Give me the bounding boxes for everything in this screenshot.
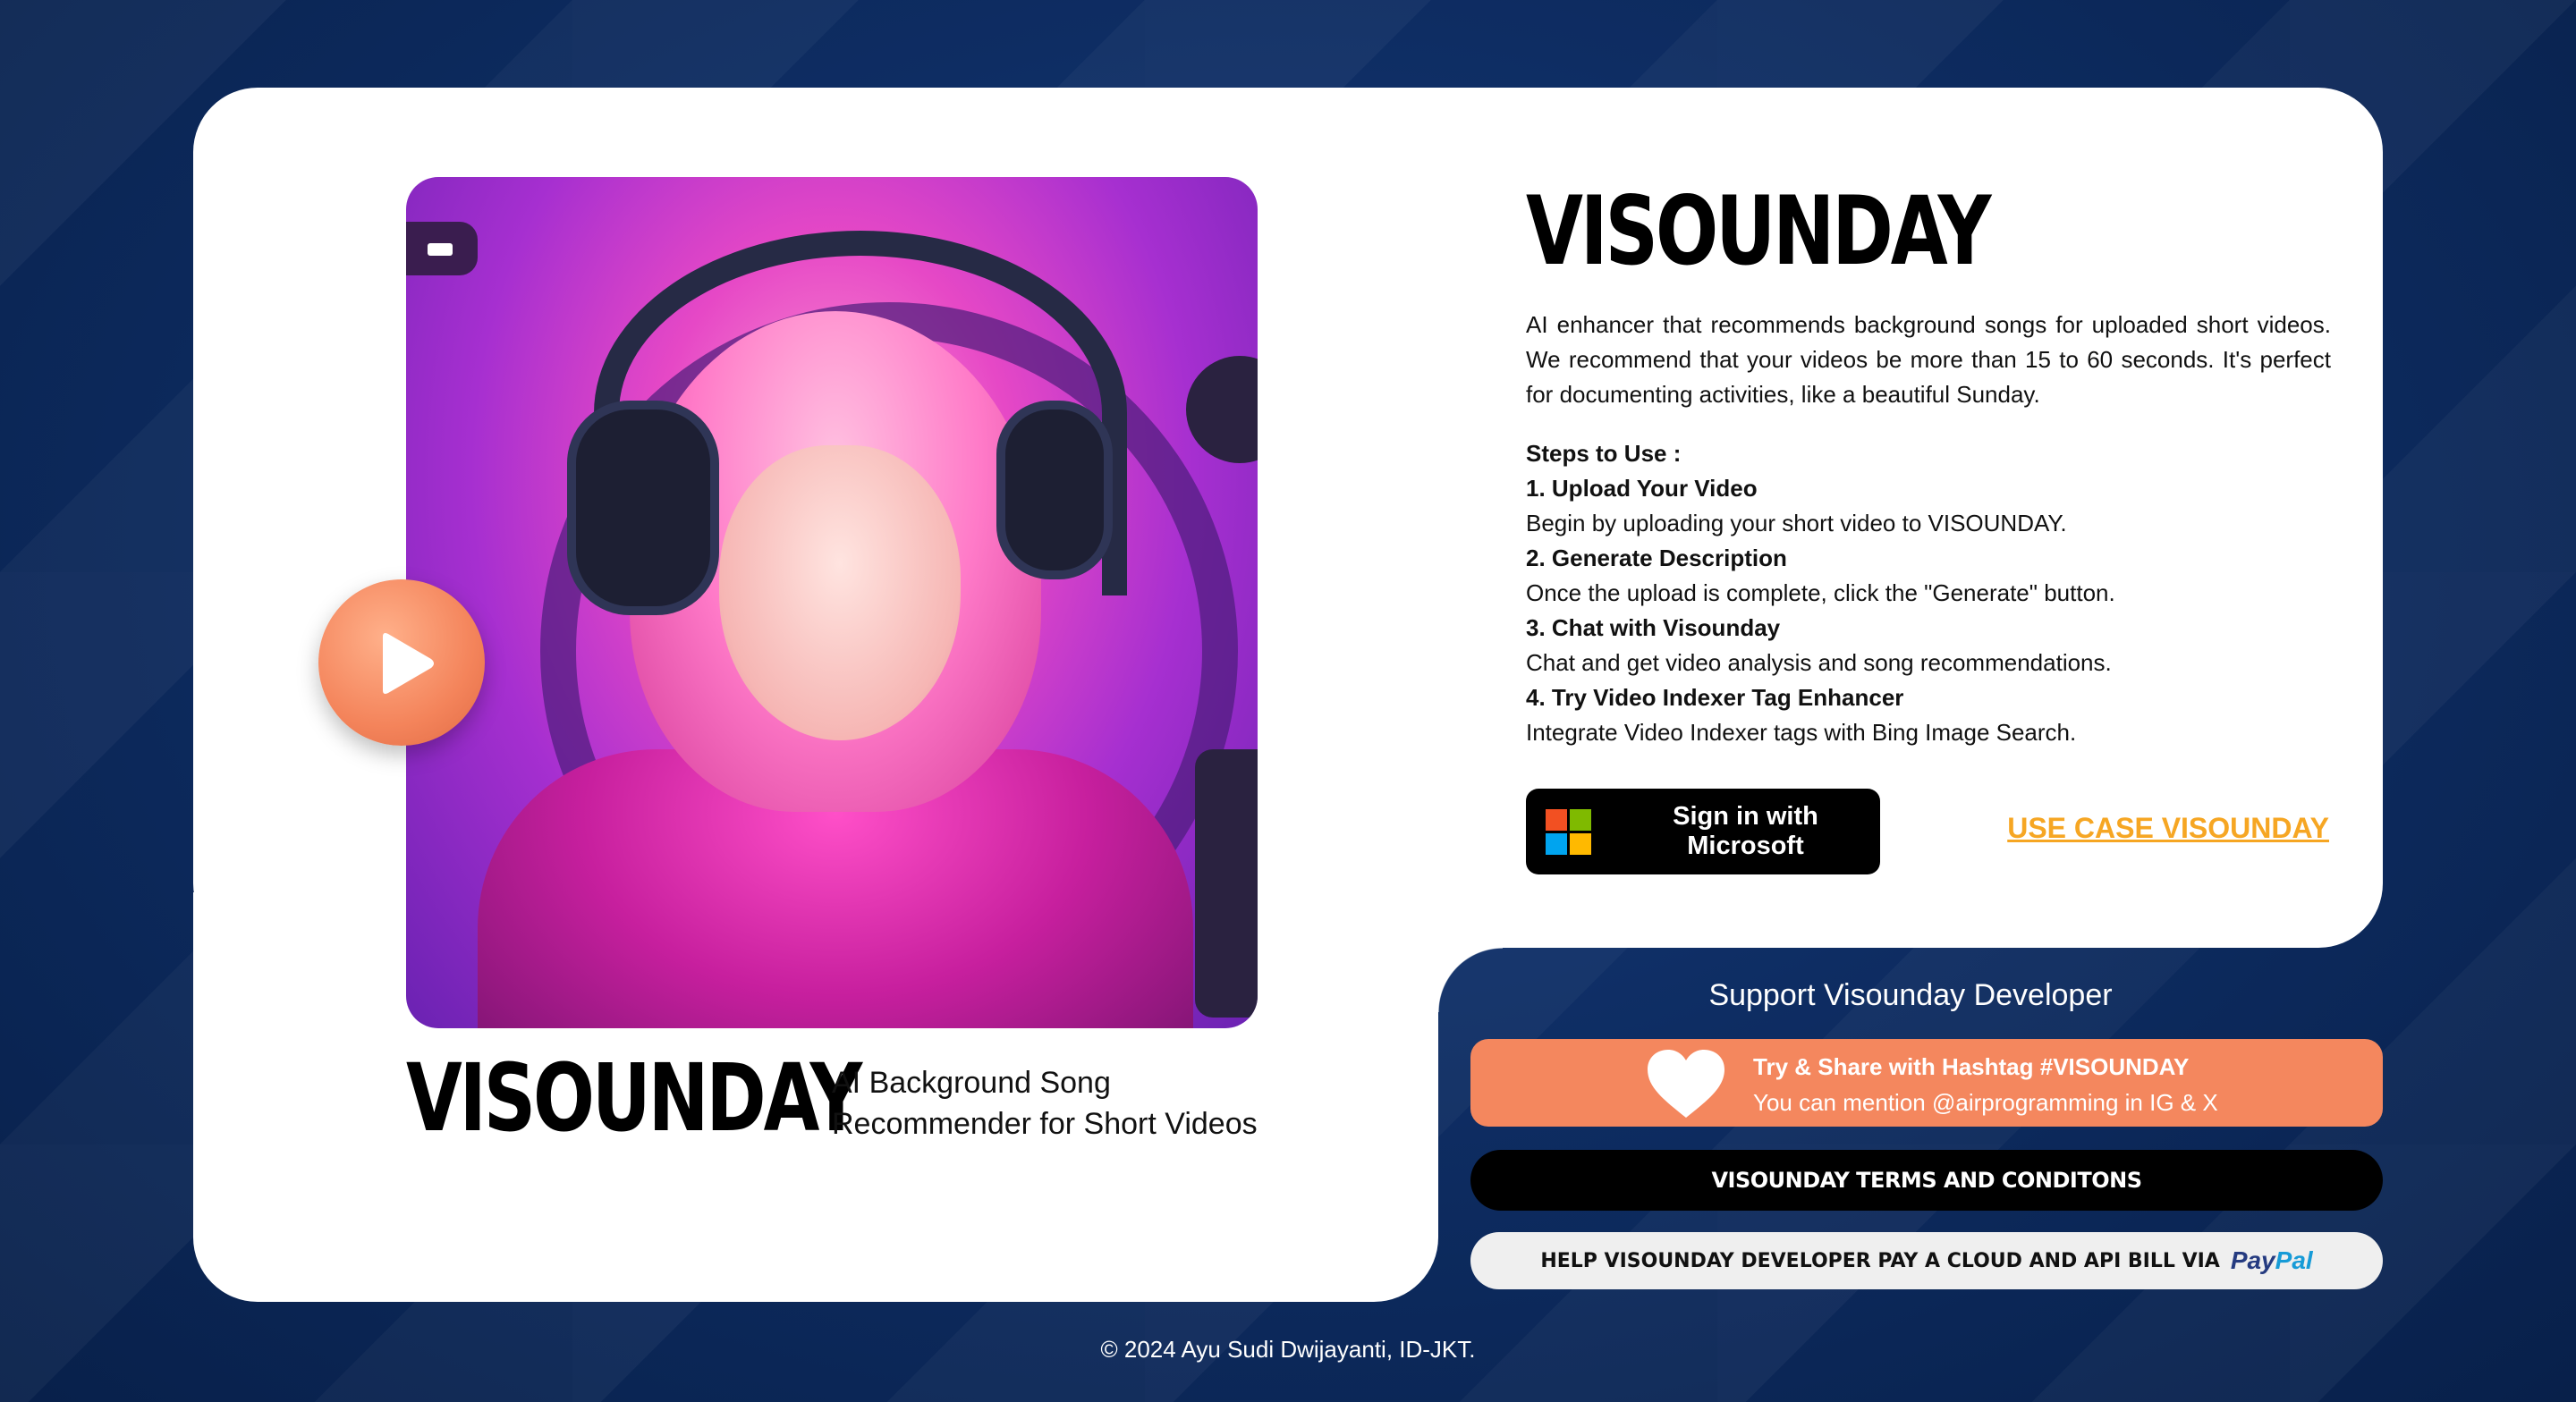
- tagline-line-1: AI Background Song: [832, 1066, 1111, 1100]
- step-text: Integrate Video Indexer tags with Bing I…: [1526, 719, 2077, 746]
- main-card: VISOUNDAY AI Background Song Recommender…: [193, 88, 2383, 1302]
- brand-tagline: AI Background Song Recommender for Short…: [832, 1062, 1279, 1144]
- page-title: VISOUNDAY: [1526, 176, 1992, 286]
- step-title: 4. Try Video Indexer Tag Enhancer: [1526, 684, 1904, 711]
- step-text: Chat and get video analysis and song rec…: [1526, 649, 2112, 676]
- steps-heading: Steps to Use :: [1526, 440, 1682, 467]
- step-text: Once the upload is complete, click the "…: [1526, 579, 2115, 606]
- sign-in-label: Sign in with Microsoft: [1673, 802, 1818, 860]
- brand-logo-text: VISOUNDAY: [406, 1043, 862, 1153]
- hashtag-line-2: You can mention @airprogramming in IG & …: [1753, 1089, 2218, 1116]
- paypal-label: HELP VISOUNDAY DEVELOPER PAY A CLOUD AND…: [1540, 1249, 2220, 1272]
- step-title: 2. Generate Description: [1526, 545, 1787, 571]
- tagline-line-2: Recommender for Short Videos: [832, 1107, 1258, 1141]
- footer-copyright: © 2024 Ayu Sudi Dwijayanti, ID-JKT.: [1100, 1336, 1476, 1363]
- step-text: Begin by uploading your short video to V…: [1526, 510, 2067, 536]
- use-case-link[interactable]: USE CASE VISOUNDAY: [2007, 812, 2329, 845]
- paypal-logo: PayPal: [2230, 1246, 2313, 1274]
- step-title: 1. Upload Your Video: [1526, 475, 1758, 502]
- support-title: Support Visounday Developer: [1708, 978, 2113, 1012]
- terms-button[interactable]: VISOUNDAY TERMS AND CONDITONS: [1470, 1150, 2383, 1211]
- description: AI enhancer that recommends background s…: [1526, 311, 2331, 408]
- hashtag-share-banner[interactable]: Try & Share with Hashtag #VISOUNDAY You …: [1470, 1039, 2383, 1127]
- play-button[interactable]: [318, 579, 485, 746]
- hero-illustration: [406, 177, 1258, 1028]
- paypal-support-button[interactable]: HELP VISOUNDAY DEVELOPER PAY A CLOUD AND…: [1470, 1232, 2383, 1289]
- steps-section: Steps to Use : 1. Upload Your Video Begi…: [1526, 436, 2331, 750]
- play-icon: [383, 633, 434, 694]
- hashtag-line-1: Try & Share with Hashtag #VISOUNDAY: [1753, 1053, 2190, 1080]
- heart-icon: [1648, 1050, 1724, 1118]
- step-title: 3. Chat with Visounday: [1526, 614, 1781, 641]
- sign-in-microsoft-button[interactable]: Sign in with Microsoft: [1526, 789, 1880, 874]
- microsoft-logo-icon: [1546, 808, 1591, 855]
